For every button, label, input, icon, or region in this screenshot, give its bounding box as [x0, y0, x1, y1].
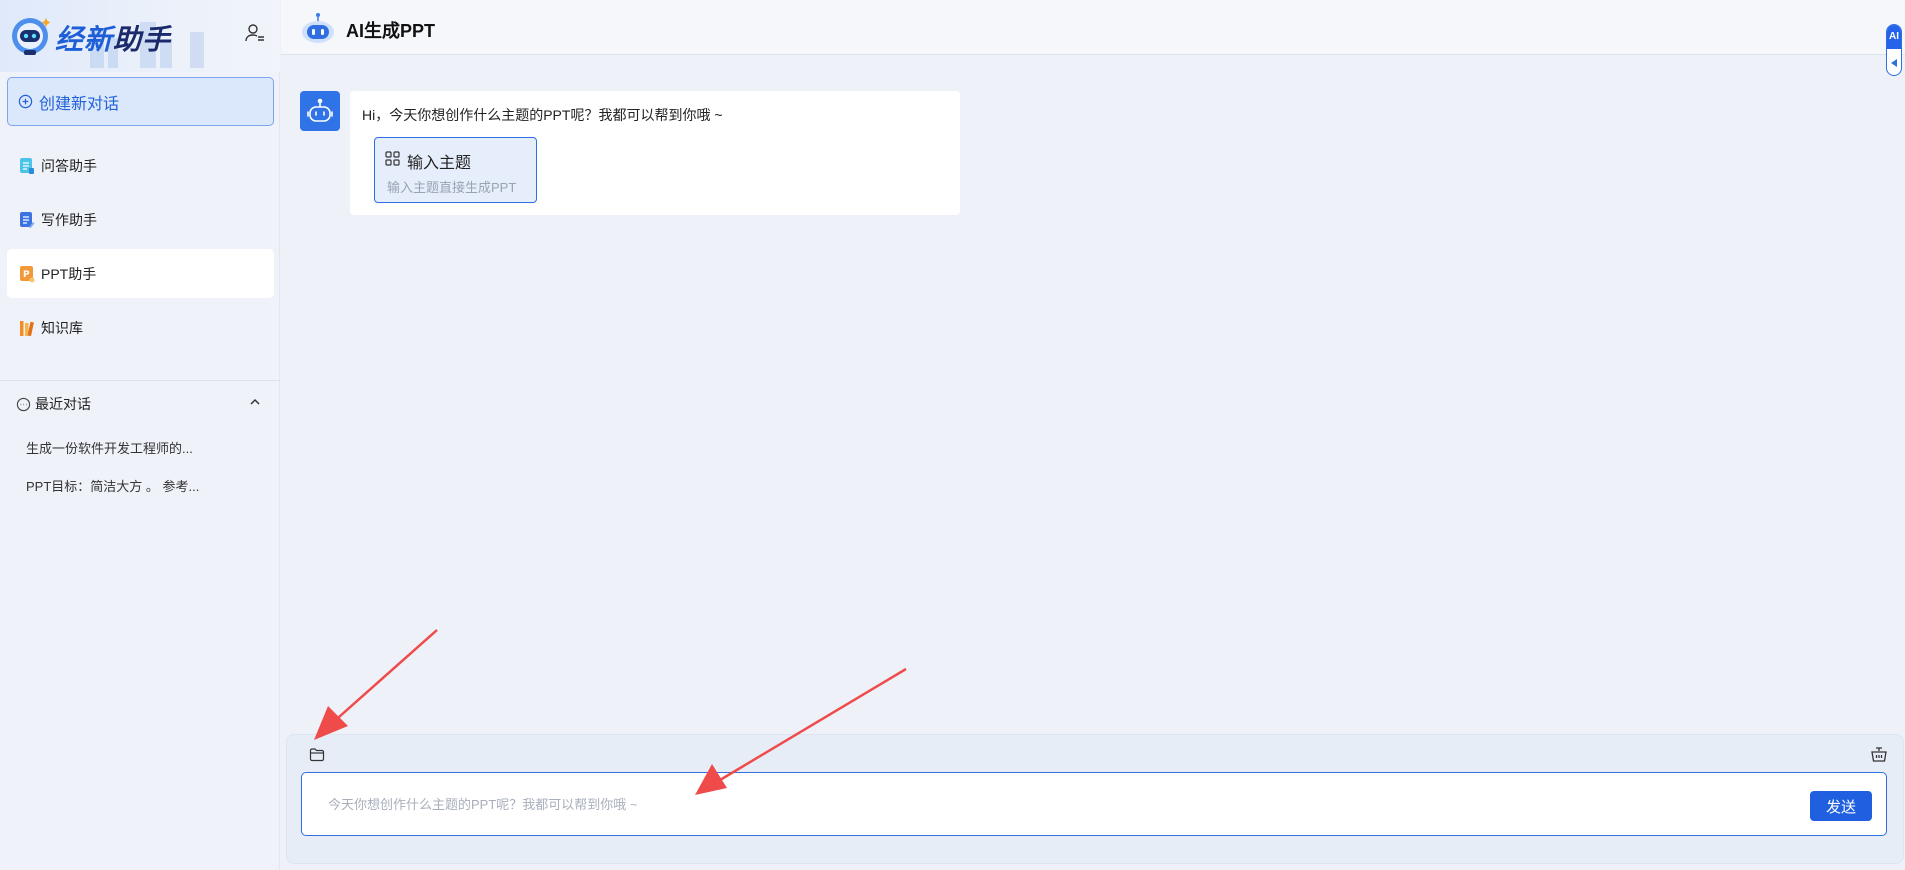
recent-chat-item[interactable]: PPT目标：简洁大方 。 参考...	[26, 476, 199, 495]
message-input[interactable]	[328, 791, 1578, 817]
sidebar-item-label: 写作助手	[41, 211, 97, 228]
sidebar-item-writing[interactable]: 写作助手	[7, 195, 274, 244]
brand-name-part1: 经新	[55, 24, 114, 55]
doc-blue-icon	[20, 211, 35, 228]
sidebar-item-qa[interactable]: 问答助手	[7, 141, 274, 190]
library-icon	[20, 320, 34, 336]
folder-icon[interactable]	[309, 747, 325, 762]
chat-bubble-icon	[16, 397, 31, 411]
user-switch-icon[interactable]	[244, 22, 266, 44]
recent-chats-title: 最近对话	[35, 396, 91, 412]
clear-basket-icon[interactable]	[1870, 745, 1888, 763]
brand-name-part2: 助手	[113, 24, 172, 55]
sidebar-divider	[0, 380, 280, 381]
ai-tab-label: AI	[1887, 25, 1901, 49]
card-title: 输入主题	[407, 155, 472, 172]
ai-side-tab[interactable]: AI	[1886, 24, 1902, 76]
greeting-text: Hi，今天你想创作什么主题的PPT呢？我都可以帮到你哦 ~	[362, 107, 723, 123]
sidebar-item-knowledge-base[interactable]: 知识库	[7, 303, 274, 352]
message-composer: 发送	[286, 734, 1904, 864]
bot-avatar	[300, 91, 340, 131]
enter-topic-card[interactable]: 输入主题 输入主题直接生成PPT	[374, 137, 537, 203]
sidebar-item-ppt[interactable]: P PPT助手	[7, 249, 274, 298]
sidebar-item-label: 问答助手	[41, 157, 97, 174]
brand-header: 经新助手	[0, 0, 280, 72]
annotation-arrow	[314, 629, 438, 740]
robot-logo-icon	[302, 13, 334, 43]
card-description: 输入主题直接生成PPT	[387, 180, 517, 195]
robot-logo-icon	[12, 18, 51, 55]
brand-name: 经新助手	[55, 18, 171, 58]
create-new-chat-button[interactable]: 创建新对话	[7, 77, 274, 126]
caret-left-icon	[1891, 59, 1897, 67]
robot-icon	[307, 98, 333, 122]
ppt-icon: P	[20, 265, 35, 282]
sidebar: 经新助手 创建新对话 问答助手 写作助手 P PPT助手 知识库 最近对话 生成…	[0, 0, 280, 870]
plus-circle-icon	[18, 94, 33, 109]
main-header: AI生成PPT	[281, 0, 1905, 55]
sidebar-item-label: 知识库	[41, 319, 83, 336]
doc-cyan-icon	[20, 157, 34, 174]
chevron-up-icon[interactable]	[248, 395, 262, 409]
recent-chat-item[interactable]: 生成一份软件开发工程师的...	[26, 438, 193, 457]
recent-chats-header[interactable]: 最近对话	[16, 393, 262, 415]
svg-text:P: P	[23, 270, 30, 280]
page-title: AI生成PPT	[346, 21, 436, 41]
message-input-box[interactable]: 发送	[301, 772, 1887, 836]
grid-icon	[385, 151, 400, 166]
sidebar-item-label: PPT助手	[41, 265, 97, 282]
create-new-chat-label: 创建新对话	[39, 95, 120, 113]
bot-message: Hi，今天你想创作什么主题的PPT呢？我都可以帮到你哦 ~ 输入主题 输入主题直…	[350, 91, 960, 215]
send-button[interactable]: 发送	[1810, 791, 1872, 821]
